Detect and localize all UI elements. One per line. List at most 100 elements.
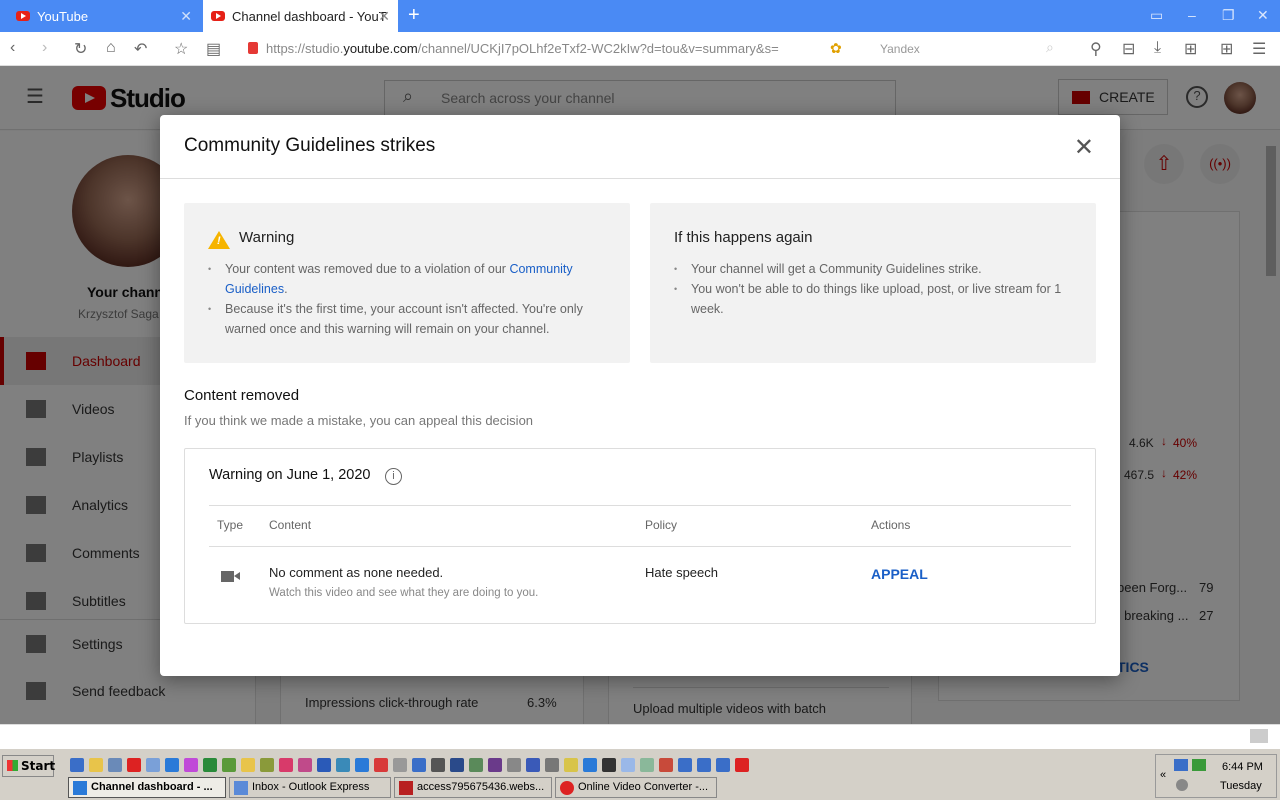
volume-icon[interactable]: [1176, 779, 1188, 791]
url-field[interactable]: https://studio.youtube.com/channel/UCKjI…: [266, 41, 779, 56]
quick-launch-app-icon[interactable]: [545, 758, 559, 772]
account-avatar[interactable]: [1224, 82, 1256, 114]
reload-icon[interactable]: ↻: [74, 39, 87, 59]
network-icon[interactable]: [1192, 759, 1206, 771]
page-scrollbar[interactable]: [1266, 146, 1276, 276]
quick-launch-app-icon[interactable]: [184, 758, 198, 772]
status-icon[interactable]: [1250, 729, 1268, 743]
extension-bee-icon[interactable]: ✿: [830, 40, 842, 57]
quick-launch-app-icon[interactable]: [336, 758, 350, 772]
back-icon[interactable]: ‹: [10, 39, 15, 57]
translate-icon[interactable]: ⊞: [1184, 39, 1197, 59]
quick-launch-app-icon[interactable]: [602, 758, 616, 772]
create-button[interactable]: CREATE: [1058, 79, 1168, 115]
download-icon[interactable]: ⤓: [1154, 39, 1161, 57]
stat-value: 467.5: [1124, 468, 1155, 482]
new-tab-icon[interactable]: +: [408, 4, 420, 27]
quick-launch-app-icon[interactable]: [70, 758, 84, 772]
quick-launch-app-icon[interactable]: [241, 758, 255, 772]
quick-launch-app-icon[interactable]: [697, 758, 711, 772]
search-input[interactable]: ⌕ Search across your channel: [384, 80, 896, 116]
quick-launch-app-icon[interactable]: [393, 758, 407, 772]
sidebar-tools-icon[interactable]: ⚲: [1090, 39, 1102, 59]
quick-launch-app-icon[interactable]: [317, 758, 331, 772]
menu-icon[interactable]: ☰: [1252, 39, 1266, 59]
quick-launch-app-icon[interactable]: [127, 758, 141, 772]
quick-launch-app-icon[interactable]: [146, 758, 160, 772]
tray-expand-icon[interactable]: «: [1160, 769, 1166, 781]
quick-launch-app-icon[interactable]: [203, 758, 217, 772]
quick-launch-app-icon[interactable]: [374, 758, 388, 772]
quick-launch-app-icon[interactable]: [355, 758, 369, 772]
quick-launch-app-icon[interactable]: [583, 758, 597, 772]
hamburger-menu-icon[interactable]: ☰: [26, 84, 44, 109]
stat-change: 40%: [1173, 436, 1198, 450]
toolbox-icon[interactable]: ⊟: [1122, 39, 1135, 59]
youtube-logo-icon[interactable]: [72, 86, 106, 110]
tab-channel-dashboard[interactable]: Channel dashboard - YouT ✕: [203, 0, 398, 32]
close-tab-icon[interactable]: ✕: [378, 8, 390, 25]
close-tab-icon[interactable]: ✕: [180, 8, 192, 25]
quick-launch-app-icon[interactable]: [222, 758, 236, 772]
quick-launch-app-icon[interactable]: [431, 758, 445, 772]
help-icon[interactable]: ?: [1186, 86, 1208, 108]
tab-youtube[interactable]: YouTube ✕: [8, 0, 200, 32]
quick-launch-app-icon[interactable]: [659, 758, 673, 772]
top-video-title[interactable]: s breaking ...: [1114, 608, 1188, 623]
task-channel-dashboard[interactable]: Channel dashboard - ...: [68, 777, 226, 798]
quick-launch-app-icon[interactable]: [469, 758, 483, 772]
quick-launch-app-icon[interactable]: [678, 758, 692, 772]
minimize-icon[interactable]: –: [1188, 7, 1196, 23]
policy-value: Hate speech: [645, 565, 718, 580]
close-window-icon[interactable]: ✕: [1257, 7, 1269, 24]
start-button[interactable]: Start: [2, 755, 55, 777]
quick-launch-app-icon[interactable]: [735, 758, 749, 772]
undo-close-icon[interactable]: ↶: [134, 39, 147, 59]
appeal-button[interactable]: APPEAL: [871, 566, 928, 582]
quick-launch-app-icon[interactable]: [716, 758, 730, 772]
quick-launch-app-icon[interactable]: [640, 758, 654, 772]
reader-icon[interactable]: ▤: [206, 39, 221, 59]
quick-launch-app-icon[interactable]: [89, 758, 103, 772]
stat-down-arrow-icon: ↓: [1161, 434, 1167, 448]
search-engine-field[interactable]: Yandex: [880, 42, 920, 56]
info-icon[interactable]: i: [385, 468, 402, 485]
clock-time[interactable]: 6:44 PM: [1222, 761, 1263, 773]
quick-launch-app-icon[interactable]: [450, 758, 464, 772]
quick-launch-app-icon[interactable]: [564, 758, 578, 772]
upload-icon[interactable]: ⇧: [1144, 144, 1184, 184]
search-icon[interactable]: ⌕: [1046, 39, 1054, 56]
go-to-analytics-link[interactable]: TICS: [1117, 659, 1149, 675]
quick-launch-app-icon[interactable]: [260, 758, 274, 772]
task-opera[interactable]: Online Video Converter -...: [555, 777, 717, 798]
quick-launch-app-icon[interactable]: [165, 758, 179, 772]
sidebar-item-label: Playlists: [72, 449, 124, 465]
home-icon[interactable]: ⌂: [106, 39, 116, 57]
analytics-icon: [26, 496, 46, 514]
bookmark-star-icon[interactable]: ☆: [174, 39, 188, 59]
quick-launch-app-icon[interactable]: [279, 758, 293, 772]
task-outlook-express[interactable]: Inbox - Outlook Express: [229, 777, 391, 798]
youtube-favicon-icon: [16, 11, 30, 21]
forward-icon[interactable]: ›: [42, 39, 47, 57]
quick-launch-app-icon[interactable]: [298, 758, 312, 772]
restore-icon[interactable]: ❐: [1222, 7, 1235, 24]
top-video-title[interactable]: been Forg...: [1117, 580, 1187, 595]
tabs-panel-icon[interactable]: ▭: [1150, 7, 1163, 24]
task-filezilla[interactable]: access795675436.webs...: [394, 777, 552, 798]
close-dialog-icon[interactable]: ✕: [1074, 133, 1094, 162]
outlook-express-icon: [234, 781, 248, 795]
live-stream-icon[interactable]: ((•)): [1200, 144, 1240, 184]
quick-launch-app-icon[interactable]: [108, 758, 122, 772]
quick-launch-app-icon[interactable]: [488, 758, 502, 772]
network-icon[interactable]: [1174, 759, 1188, 771]
quick-launch-app-icon[interactable]: [621, 758, 635, 772]
content-description: Watch this video and see what they are d…: [269, 587, 539, 599]
quick-launch-app-icon[interactable]: [412, 758, 426, 772]
quick-launch-app-icon[interactable]: [526, 758, 540, 772]
extensions-icon[interactable]: ⊞: [1220, 39, 1233, 59]
sidebar-item-label: Videos: [72, 401, 115, 417]
top-video-views: 27: [1199, 608, 1214, 623]
divider: [160, 178, 1120, 179]
quick-launch-app-icon[interactable]: [507, 758, 521, 772]
